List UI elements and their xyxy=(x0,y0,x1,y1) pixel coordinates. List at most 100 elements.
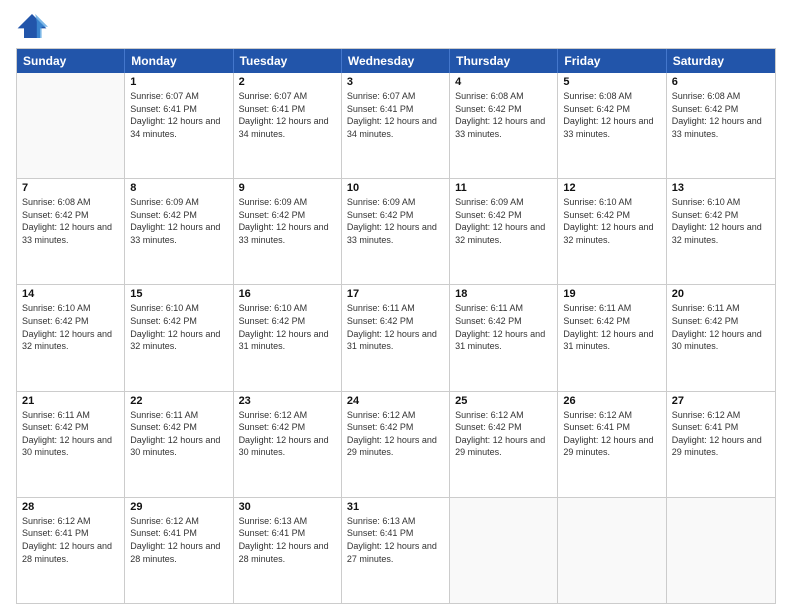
cal-cell-28: 28 Sunrise: 6:12 AM Sunset: 6:41 PM Dayli… xyxy=(17,498,125,603)
page: SundayMondayTuesdayWednesdayThursdayFrid… xyxy=(0,0,792,612)
cell-info: Sunrise: 6:08 AM Sunset: 6:42 PM Dayligh… xyxy=(455,90,552,140)
cal-cell-3: 3 Sunrise: 6:07 AM Sunset: 6:41 PM Daylig… xyxy=(342,73,450,178)
cell-info: Sunrise: 6:08 AM Sunset: 6:42 PM Dayligh… xyxy=(563,90,660,140)
week-row-4: 21 Sunrise: 6:11 AM Sunset: 6:42 PM Dayli… xyxy=(17,391,775,497)
cell-info: Sunrise: 6:10 AM Sunset: 6:42 PM Dayligh… xyxy=(563,196,660,246)
day-number: 6 xyxy=(672,76,770,88)
cal-cell-24: 24Sunrise: 6:12 AM Sunset: 6:42 PM Dayli… xyxy=(342,392,450,497)
day-number: 23 xyxy=(239,395,336,407)
cal-cell-21: 21 Sunrise: 6:11 AM Sunset: 6:42 PM Dayli… xyxy=(17,392,125,497)
weekday-header-wednesday: Wednesday xyxy=(342,49,450,73)
cell-info: Sunrise: 6:08 AM Sunset: 6:42 PM Dayligh… xyxy=(672,90,770,140)
week-row-3: 14 Sunrise: 6:10 AM Sunset: 6:42 PM Dayli… xyxy=(17,284,775,390)
weekday-header-sunday: Sunday xyxy=(17,49,125,73)
cell-info: Sunrise: 6:07 AM Sunset: 6:41 PM Dayligh… xyxy=(347,90,444,140)
cal-cell-31: 31 Sunrise: 6:13 AM Sunset: 6:41 PM Dayli… xyxy=(342,498,450,603)
cell-info: Sunrise: 6:09 AM Sunset: 6:42 PM Dayligh… xyxy=(239,196,336,246)
cal-cell-empty-5 xyxy=(558,498,666,603)
day-number: 31 xyxy=(347,501,444,513)
week-row-5: 28 Sunrise: 6:12 AM Sunset: 6:41 PM Dayli… xyxy=(17,497,775,603)
cell-info: Sunrise: 6:11 AM Sunset: 6:42 PM Dayligh… xyxy=(672,302,770,352)
cell-info: Sunrise: 6:12 AM Sunset: 6:42 PM Dayligh… xyxy=(455,409,552,459)
cell-info: Sunrise: 6:10 AM Sunset: 6:42 PM Dayligh… xyxy=(130,302,227,352)
weekday-header-tuesday: Tuesday xyxy=(234,49,342,73)
cell-info: Sunrise: 6:09 AM Sunset: 6:42 PM Dayligh… xyxy=(347,196,444,246)
weekday-header-monday: Monday xyxy=(125,49,233,73)
day-number: 14 xyxy=(22,288,119,300)
cell-info: Sunrise: 6:10 AM Sunset: 6:42 PM Dayligh… xyxy=(672,196,770,246)
cal-cell-18: 18 Sunrise: 6:11 AM Sunset: 6:42 PM Dayli… xyxy=(450,285,558,390)
header xyxy=(16,12,776,40)
logo-icon xyxy=(16,12,48,40)
day-number: 10 xyxy=(347,182,444,194)
day-number: 19 xyxy=(563,288,660,300)
cal-cell-30: 30Sunrise: 6:13 AM Sunset: 6:41 PM Dayli… xyxy=(234,498,342,603)
weekday-header-friday: Friday xyxy=(558,49,666,73)
day-number: 24 xyxy=(347,395,444,407)
cal-cell-6: 6 Sunrise: 6:08 AM Sunset: 6:42 PM Daylig… xyxy=(667,73,775,178)
cell-info: Sunrise: 6:10 AM Sunset: 6:42 PM Dayligh… xyxy=(22,302,119,352)
cal-cell-8: 8 Sunrise: 6:09 AM Sunset: 6:42 PM Daylig… xyxy=(125,179,233,284)
cal-cell-empty-0 xyxy=(17,73,125,178)
cell-info: Sunrise: 6:12 AM Sunset: 6:42 PM Dayligh… xyxy=(239,409,336,459)
cal-cell-16: 16Sunrise: 6:10 AM Sunset: 6:42 PM Dayli… xyxy=(234,285,342,390)
day-number: 11 xyxy=(455,182,552,194)
cell-info: Sunrise: 6:12 AM Sunset: 6:41 PM Dayligh… xyxy=(130,515,227,565)
cal-cell-20: 20 Sunrise: 6:11 AM Sunset: 6:42 PM Dayli… xyxy=(667,285,775,390)
cal-cell-empty-4 xyxy=(450,498,558,603)
cal-cell-7: 7 Sunrise: 6:08 AM Sunset: 6:42 PM Daylig… xyxy=(17,179,125,284)
cell-info: Sunrise: 6:11 AM Sunset: 6:42 PM Dayligh… xyxy=(22,409,119,459)
cal-cell-23: 23 Sunrise: 6:12 AM Sunset: 6:42 PM Dayli… xyxy=(234,392,342,497)
cell-info: Sunrise: 6:13 AM Sunset: 6:41 PM Dayligh… xyxy=(239,515,336,565)
cal-cell-27: 27 Sunrise: 6:12 AM Sunset: 6:41 PM Dayli… xyxy=(667,392,775,497)
cell-info: Sunrise: 6:12 AM Sunset: 6:41 PM Dayligh… xyxy=(672,409,770,459)
cell-info: Sunrise: 6:09 AM Sunset: 6:42 PM Dayligh… xyxy=(455,196,552,246)
cell-info: Sunrise: 6:12 AM Sunset: 6:41 PM Dayligh… xyxy=(22,515,119,565)
cell-info: Sunrise: 6:13 AM Sunset: 6:41 PM Dayligh… xyxy=(347,515,444,565)
cal-cell-26: 26Sunrise: 6:12 AM Sunset: 6:41 PM Dayli… xyxy=(558,392,666,497)
cell-info: Sunrise: 6:11 AM Sunset: 6:42 PM Dayligh… xyxy=(130,409,227,459)
day-number: 21 xyxy=(22,395,119,407)
day-number: 13 xyxy=(672,182,770,194)
day-number: 8 xyxy=(130,182,227,194)
weekday-header-thursday: Thursday xyxy=(450,49,558,73)
day-number: 2 xyxy=(239,76,336,88)
day-number: 20 xyxy=(672,288,770,300)
day-number: 26 xyxy=(563,395,660,407)
day-number: 27 xyxy=(672,395,770,407)
day-number: 3 xyxy=(347,76,444,88)
calendar-header-row: SundayMondayTuesdayWednesdayThursdayFrid… xyxy=(17,49,775,73)
day-number: 12 xyxy=(563,182,660,194)
day-number: 16 xyxy=(239,288,336,300)
day-number: 28 xyxy=(22,501,119,513)
day-number: 7 xyxy=(22,182,119,194)
cell-info: Sunrise: 6:08 AM Sunset: 6:42 PM Dayligh… xyxy=(22,196,119,246)
calendar-body: 1Sunrise: 6:07 AM Sunset: 6:41 PM Daylig… xyxy=(17,73,775,603)
cal-cell-15: 15Sunrise: 6:10 AM Sunset: 6:42 PM Dayli… xyxy=(125,285,233,390)
day-number: 18 xyxy=(455,288,552,300)
weekday-header-saturday: Saturday xyxy=(667,49,775,73)
day-number: 5 xyxy=(563,76,660,88)
cal-cell-9: 9 Sunrise: 6:09 AM Sunset: 6:42 PM Daylig… xyxy=(234,179,342,284)
day-number: 4 xyxy=(455,76,552,88)
cal-cell-1: 1Sunrise: 6:07 AM Sunset: 6:41 PM Daylig… xyxy=(125,73,233,178)
cal-cell-2: 2 Sunrise: 6:07 AM Sunset: 6:41 PM Daylig… xyxy=(234,73,342,178)
cell-info: Sunrise: 6:11 AM Sunset: 6:42 PM Dayligh… xyxy=(455,302,552,352)
week-row-2: 7 Sunrise: 6:08 AM Sunset: 6:42 PM Daylig… xyxy=(17,178,775,284)
cell-info: Sunrise: 6:11 AM Sunset: 6:42 PM Dayligh… xyxy=(563,302,660,352)
calendar: SundayMondayTuesdayWednesdayThursdayFrid… xyxy=(16,48,776,604)
cell-info: Sunrise: 6:07 AM Sunset: 6:41 PM Dayligh… xyxy=(239,90,336,140)
day-number: 29 xyxy=(130,501,227,513)
cal-cell-29: 29 Sunrise: 6:12 AM Sunset: 6:41 PM Dayli… xyxy=(125,498,233,603)
logo xyxy=(16,12,52,40)
cal-cell-22: 22 Sunrise: 6:11 AM Sunset: 6:42 PM Dayli… xyxy=(125,392,233,497)
cal-cell-empty-6 xyxy=(667,498,775,603)
day-number: 17 xyxy=(347,288,444,300)
day-number: 22 xyxy=(130,395,227,407)
day-number: 9 xyxy=(239,182,336,194)
cal-cell-14: 14 Sunrise: 6:10 AM Sunset: 6:42 PM Dayli… xyxy=(17,285,125,390)
cal-cell-5: 5 Sunrise: 6:08 AM Sunset: 6:42 PM Daylig… xyxy=(558,73,666,178)
cal-cell-13: 13 Sunrise: 6:10 AM Sunset: 6:42 PM Dayli… xyxy=(667,179,775,284)
cal-cell-12: 12 Sunrise: 6:10 AM Sunset: 6:42 PM Dayli… xyxy=(558,179,666,284)
cell-info: Sunrise: 6:09 AM Sunset: 6:42 PM Dayligh… xyxy=(130,196,227,246)
